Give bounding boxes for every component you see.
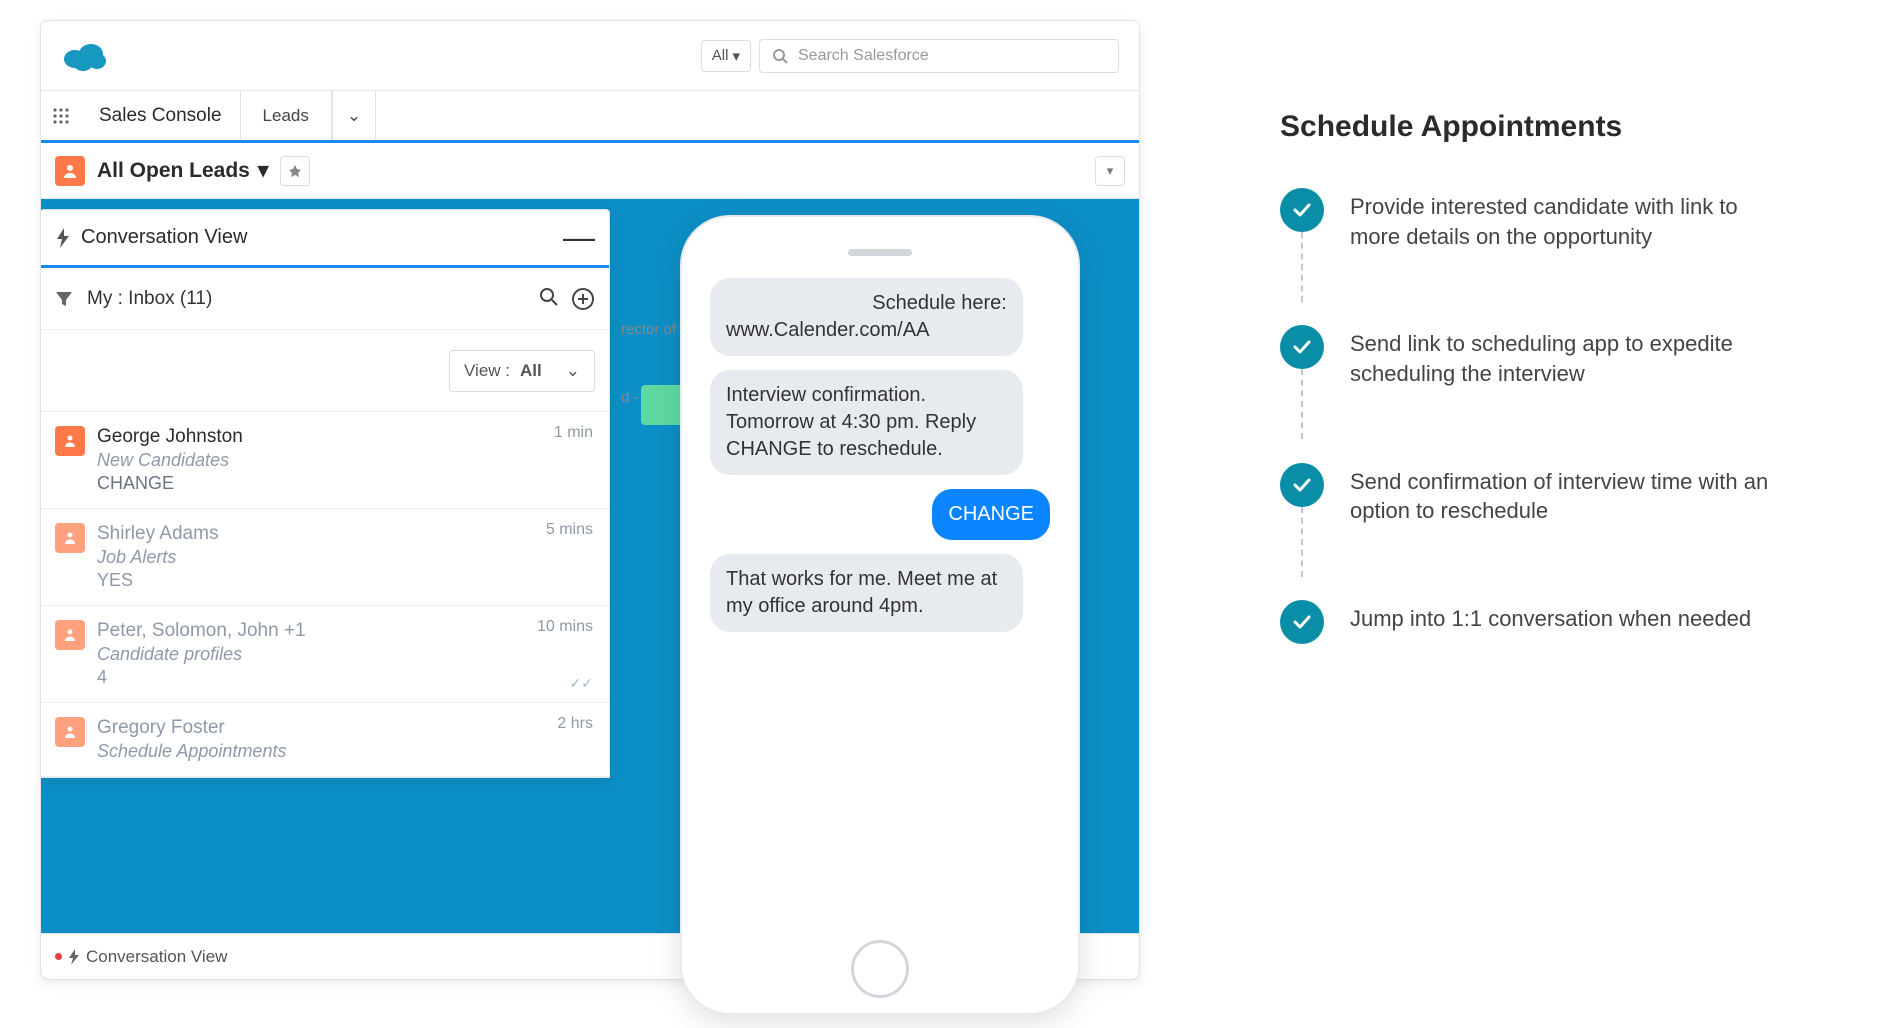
home-button[interactable] — [851, 940, 909, 998]
check-circle-icon — [1280, 325, 1324, 369]
top-bar: All ▾ Search Salesforce — [41, 21, 1139, 91]
step-text: Provide interested candidate with link t… — [1350, 188, 1780, 251]
search-scope-dropdown[interactable]: All ▾ — [701, 40, 751, 72]
step-text: Send link to scheduling app to expedite … — [1350, 325, 1780, 388]
inbox-row: My : Inbox (11) — [41, 268, 609, 330]
filter-icon[interactable] — [55, 290, 73, 308]
received-message: That works for me. Meet me at my office … — [710, 554, 1023, 632]
header-dropdown-button[interactable]: ▾ — [1095, 156, 1125, 186]
caret-down-icon: ▾ — [732, 47, 740, 65]
lead-icon — [55, 620, 85, 650]
step-item: Jump into 1:1 conversation when needed — [1280, 600, 1822, 644]
sent-message: CHANGE — [932, 489, 1050, 540]
lead-preview: YES — [97, 570, 595, 591]
view-value: All — [520, 361, 542, 381]
step-text: Send confirmation of interview time with… — [1350, 463, 1780, 526]
view-label: View : — [464, 361, 510, 381]
received-message: Schedule here:www.Calender.com/AA — [710, 278, 1023, 356]
lead-time: 10 mins — [537, 618, 593, 636]
conversation-panel-header: Conversation View — — [41, 210, 609, 268]
lead-object-icon — [55, 156, 85, 186]
lead-name: Peter, Solomon, John +1 — [97, 620, 595, 642]
lead-name: Gregory Foster — [97, 717, 595, 739]
view-filter-row: View : All ⌄ — [41, 330, 609, 412]
pin-icon — [289, 165, 301, 177]
read-receipt-icon: ✓✓ — [570, 675, 593, 692]
step-item: Send confirmation of interview time with… — [1280, 463, 1822, 526]
step-item: Provide interested candidate with link t… — [1280, 188, 1822, 251]
connector-line — [1301, 507, 1303, 577]
tab-leads[interactable]: Leads — [240, 91, 332, 140]
lead-icon — [55, 717, 85, 747]
lead-icon — [55, 426, 85, 456]
check-circle-icon — [1280, 188, 1324, 232]
global-search-input[interactable]: Search Salesforce — [759, 39, 1119, 73]
check-circle-icon — [1280, 600, 1324, 644]
caret-down-icon: ▾ — [258, 158, 269, 183]
check-circle-icon — [1280, 463, 1324, 507]
received-message: Interview confirmation. Tomorrow at 4:30… — [710, 370, 1023, 475]
app-name: Sales Console — [81, 91, 240, 140]
list-header: All Open Leads ▾ ▾ — [41, 143, 1139, 199]
lead-name: Shirley Adams — [97, 523, 595, 545]
minimize-button[interactable]: — — [563, 219, 595, 256]
lead-subject: Schedule Appointments — [97, 741, 595, 762]
search-icon[interactable] — [539, 287, 559, 307]
chevron-down-icon: ⌄ — [347, 106, 361, 126]
phone-speaker — [848, 249, 912, 256]
step-list: Provide interested candidate with link t… — [1280, 188, 1822, 644]
salesforce-logo-icon — [61, 39, 109, 73]
lead-time: 2 hrs — [557, 715, 593, 733]
list-view-title-text: All Open Leads — [97, 159, 250, 183]
list-item[interactable]: George Johnston New Candidates CHANGE 1 … — [41, 412, 609, 509]
view-dropdown[interactable]: View : All ⌄ — [449, 350, 595, 392]
tabs-row: Sales Console Leads ⌄ — [41, 91, 1139, 143]
lightning-icon — [68, 949, 80, 965]
lead-subject: New Candidates — [97, 450, 595, 471]
step-text: Jump into 1:1 conversation when needed — [1350, 600, 1751, 644]
lead-name: George Johnston — [97, 426, 595, 448]
lead-list: George Johnston New Candidates CHANGE 1 … — [41, 412, 609, 777]
inbox-label: My : Inbox (11) — [87, 288, 212, 310]
conversation-panel: Conversation View — My : Inbox (11) View… — [40, 209, 610, 778]
phone-mockup: Schedule here:www.Calender.com/AA Intervi… — [680, 215, 1080, 1015]
pin-button[interactable] — [280, 156, 310, 186]
lead-subject: Candidate profiles — [97, 644, 595, 665]
panel-title: Conversation View — [81, 226, 247, 249]
utility-item-conversation[interactable]: Conversation View — [86, 947, 227, 967]
lead-time: 5 mins — [546, 521, 593, 539]
connector-line — [1301, 369, 1303, 439]
info-title: Schedule Appointments — [1280, 110, 1822, 144]
chevron-down-icon: ⌄ — [566, 361, 580, 381]
lead-preview: CHANGE — [97, 473, 595, 494]
lead-time: 1 min — [554, 424, 593, 442]
list-item[interactable]: Peter, Solomon, John +1 Candidate profil… — [41, 606, 609, 703]
search-scope-label: All — [712, 47, 729, 64]
app-launcher-icon[interactable] — [41, 91, 81, 140]
tab-chevron[interactable]: ⌄ — [332, 91, 376, 140]
search-placeholder: Search Salesforce — [798, 47, 929, 65]
add-button[interactable] — [571, 287, 595, 311]
status-dot-icon — [55, 953, 62, 960]
lightning-icon — [55, 228, 71, 248]
list-item[interactable]: Shirley Adams Job Alerts YES 5 mins — [41, 509, 609, 606]
lead-subject: Job Alerts — [97, 547, 595, 568]
list-view-name[interactable]: All Open Leads ▾ — [97, 158, 268, 183]
phone-screen: Schedule here:www.Calender.com/AA Intervi… — [700, 276, 1060, 926]
step-item: Send link to scheduling app to expedite … — [1280, 325, 1822, 388]
info-panel: Schedule Appointments Provide interested… — [1170, 20, 1862, 1008]
list-item[interactable]: Gregory Foster Schedule Appointments 2 h… — [41, 703, 609, 777]
connector-line — [1301, 232, 1303, 302]
lead-icon — [55, 523, 85, 553]
lead-preview: 4 — [97, 667, 595, 688]
search-icon — [772, 48, 788, 64]
